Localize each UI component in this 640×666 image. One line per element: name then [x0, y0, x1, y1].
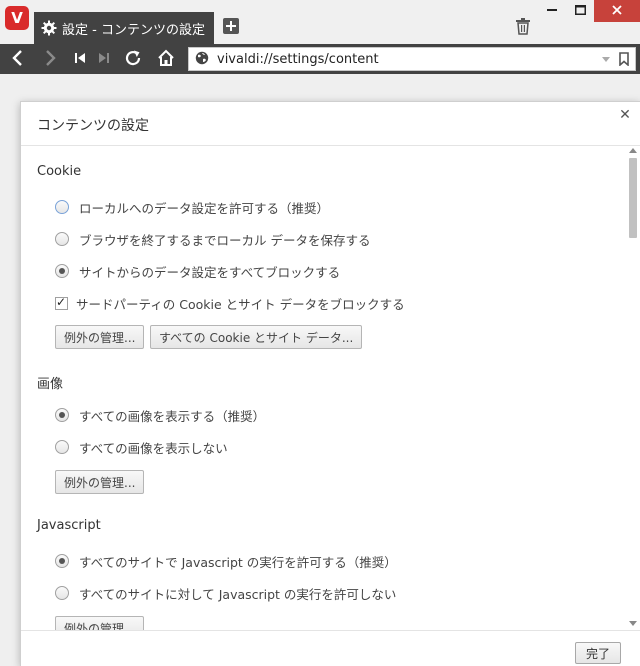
javascript-option-allow[interactable]: すべてのサイトで Javascript の実行を許可する（推奨）: [55, 552, 397, 570]
section-heading-javascript: Javascript: [37, 518, 101, 533]
dialog-scroll-area[interactable]: Cookie ローカルへのデータ設定を許可する（推奨） ブラウザを終了するまでロ…: [21, 146, 626, 630]
tab-title: 設定 - コンテンツの設定: [62, 22, 205, 38]
option-label: すべてのサイトに対して Javascript の実行を許可しない: [79, 586, 397, 602]
forward-arrow-icon: [43, 49, 57, 69]
cookie-exceptions-button[interactable]: 例外の管理...: [55, 325, 145, 349]
reload-icon: [124, 49, 142, 70]
trash-icon: [515, 17, 531, 38]
cookie-option-allow[interactable]: ローカルへのデータ設定を許可する（推奨）: [55, 198, 329, 216]
navigation-bar: vivaldi://settings/content: [0, 44, 640, 74]
home-icon: [157, 49, 175, 70]
radio-button-selected[interactable]: [55, 264, 69, 278]
javascript-option-block[interactable]: すべてのサイトに対して Javascript の実行を許可しない: [55, 584, 396, 602]
section-heading-cookie: Cookie: [37, 164, 82, 179]
vivaldi-menu-icon[interactable]: V: [5, 6, 29, 30]
option-label: ローカルへのデータ設定を許可する（推奨）: [79, 200, 330, 216]
radio-button[interactable]: [55, 232, 69, 246]
content-settings-dialog: コンテンツの設定 ✕ Cookie ローカルへのデータ設定を許可する（推奨） ブ…: [20, 101, 640, 666]
fast-forward-icon: [98, 52, 110, 67]
scroll-down-arrow-icon[interactable]: [629, 621, 637, 626]
dialog-title: コンテンツの設定: [37, 118, 149, 134]
close-icon: [612, 4, 622, 18]
javascript-exceptions-button[interactable]: 例外の管理...: [55, 616, 145, 630]
images-option-hide[interactable]: すべての画像を表示しない: [55, 438, 228, 456]
option-label: すべてのサイトで Javascript の実行を許可する（推奨）: [79, 554, 397, 570]
maximize-icon: [574, 4, 586, 18]
radio-button-selected[interactable]: [55, 554, 69, 568]
rewind-button[interactable]: [68, 48, 92, 70]
radio-button[interactable]: [55, 586, 69, 600]
fast-forward-button[interactable]: [92, 48, 116, 70]
divider: [21, 630, 640, 631]
back-arrow-icon: [11, 49, 25, 69]
images-option-show[interactable]: すべての画像を表示する（推奨）: [55, 406, 265, 424]
plus-icon: [222, 17, 240, 38]
close-window-button[interactable]: [594, 0, 640, 22]
all-cookies-button[interactable]: すべての Cookie とサイト データ...: [150, 325, 363, 349]
option-label: すべての画像を表示しない: [79, 440, 228, 456]
scrollbar-thumb[interactable]: [629, 158, 637, 238]
checkbox[interactable]: [55, 295, 68, 310]
maximize-button[interactable]: [568, 0, 592, 22]
bookmark-icon[interactable]: [619, 52, 629, 69]
tab-settings[interactable]: 設定 - コンテンツの設定: [34, 12, 214, 44]
checkbox-label: サードパーティの Cookie とサイト データをブロックする: [76, 296, 405, 312]
address-text: vivaldi://settings/content: [217, 51, 379, 67]
chevron-down-icon[interactable]: [601, 53, 611, 67]
forward-button[interactable]: [38, 48, 62, 70]
option-label: サイトからのデータ設定をすべてブロックする: [79, 264, 341, 280]
cookie-option-session-only[interactable]: ブラウザを終了するまでローカル データを保存する: [55, 230, 370, 248]
option-label: すべての画像を表示する（推奨）: [79, 408, 266, 424]
done-button[interactable]: 完了: [575, 642, 622, 664]
back-button[interactable]: [6, 48, 30, 70]
globe-icon: [195, 51, 209, 68]
scroll-up-arrow-icon[interactable]: [629, 148, 637, 153]
section-heading-images: 画像: [37, 377, 64, 392]
images-exceptions-button[interactable]: 例外の管理...: [55, 470, 145, 494]
minimize-icon: [547, 4, 557, 18]
cookie-option-block[interactable]: サイトからのデータ設定をすべてブロックする: [55, 262, 340, 280]
radio-button-selected[interactable]: [55, 408, 69, 422]
home-button[interactable]: [154, 48, 178, 70]
radio-button[interactable]: [55, 200, 69, 214]
radio-button[interactable]: [55, 440, 69, 454]
block-third-party-cookies[interactable]: サードパーティの Cookie とサイト データをブロックする: [55, 294, 405, 312]
option-label: ブラウザを終了するまでローカル データを保存する: [79, 232, 371, 248]
title-bar: V 設定 - コンテンツの設定: [0, 0, 640, 44]
rewind-icon: [74, 52, 86, 67]
reload-button[interactable]: [121, 48, 145, 70]
close-icon[interactable]: ✕: [618, 108, 632, 122]
gear-icon: [40, 19, 58, 37]
dialog-scrollbar[interactable]: [626, 146, 640, 630]
trash-button[interactable]: [512, 16, 534, 38]
minimize-button[interactable]: [540, 0, 564, 22]
new-tab-button[interactable]: [220, 16, 242, 38]
address-bar[interactable]: vivaldi://settings/content: [188, 47, 636, 71]
